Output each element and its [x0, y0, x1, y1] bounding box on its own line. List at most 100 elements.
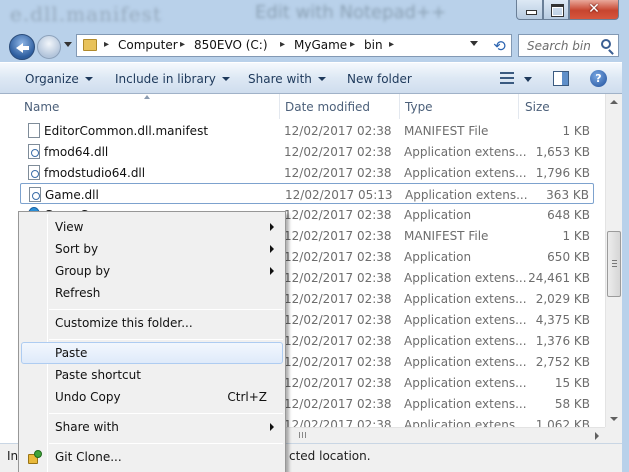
file-date-modified: 12/02/2017 02:38: [284, 376, 392, 390]
folder-icon: [83, 39, 97, 51]
include-in-library-button[interactable]: Include in library: [115, 72, 230, 86]
organize-button[interactable]: Organize: [25, 72, 93, 86]
menu-shortcut: Ctrl+Z: [227, 390, 267, 404]
column-header-type[interactable]: Type: [405, 100, 433, 114]
file-date-modified: 12/02/2017 05:13: [285, 188, 393, 202]
dll-icon: [28, 144, 40, 159]
file-date-modified: 12/02/2017 02:38: [284, 229, 392, 243]
submenu-arrow-icon: [270, 423, 274, 431]
menu-item-share-with[interactable]: Share with: [21, 416, 283, 438]
chevron-down-icon: [84, 77, 93, 81]
file-size: 24,461 KB: [528, 271, 590, 285]
change-view-icon[interactable]: [500, 72, 514, 84]
preview-pane-icon[interactable]: [553, 71, 569, 86]
menu-item-customize-folder[interactable]: Customize this folder...: [21, 312, 283, 334]
close-icon: ✕: [588, 1, 600, 17]
column-header-size[interactable]: Size: [525, 100, 550, 114]
table-row[interactable]: EditorCommon.dll.manifest 12/02/2017 02:3…: [20, 120, 594, 141]
forward-button[interactable]: [37, 35, 61, 59]
menu-item-git-clone[interactable]: Git Clone...: [21, 446, 283, 468]
menu-item-group-by[interactable]: Group by: [21, 260, 283, 282]
breadcrumb-bin[interactable]: bin: [364, 38, 383, 52]
help-icon[interactable]: ?: [590, 70, 607, 87]
file-icon: [28, 123, 40, 138]
file-size: 1 KB: [562, 229, 590, 243]
file-size: 1 KB: [562, 124, 590, 138]
column-divider[interactable]: [279, 94, 280, 119]
column-header-name[interactable]: Name: [24, 100, 59, 114]
menu-item-paste-shortcut[interactable]: Paste shortcut: [21, 364, 283, 386]
file-date-modified: 12/02/2017 02:38: [284, 208, 392, 222]
chevron-right-icon[interactable]: ▸: [389, 39, 394, 50]
column-divider[interactable]: [518, 94, 519, 119]
breadcrumb-drive[interactable]: 850EVO (C:): [194, 38, 268, 52]
file-size: 1,376 KB: [535, 334, 590, 348]
share-with-button[interactable]: Share with: [248, 72, 326, 86]
file-size: 15 KB: [554, 376, 590, 390]
scroll-up-icon[interactable]: [610, 100, 618, 104]
chevron-down-icon: [317, 77, 326, 81]
chevron-down-icon: [221, 77, 230, 81]
file-size: 2,029 KB: [535, 292, 590, 306]
submenu-arrow-icon: [270, 267, 274, 275]
scroll-down-icon[interactable]: [610, 417, 618, 421]
scroll-right-icon[interactable]: [595, 432, 599, 440]
file-type: Application extens...: [404, 334, 527, 348]
menu-label: Share with: [55, 420, 119, 434]
file-size: 1,796 KB: [535, 166, 590, 180]
chevron-right-icon[interactable]: ▸: [280, 39, 285, 50]
close-button[interactable]: ✕: [569, 0, 619, 20]
back-button[interactable]: [9, 34, 35, 60]
menu-item-refresh[interactable]: Refresh: [21, 282, 283, 304]
file-date-modified: 12/02/2017 02:38: [284, 334, 392, 348]
refresh-icon[interactable]: ⟲: [488, 34, 512, 57]
title-bar: e.dll.manifest Edit with Notepad++ ✕: [0, 0, 629, 28]
file-type: Application extens...: [404, 397, 527, 411]
menu-separator: [49, 339, 283, 340]
breadcrumb-computer[interactable]: Computer: [118, 38, 178, 52]
new-folder-button[interactable]: New folder: [347, 72, 412, 86]
file-date-modified: 12/02/2017 02:38: [284, 313, 392, 327]
dll-icon: [28, 165, 40, 180]
column-header-date[interactable]: Date modified: [285, 100, 370, 114]
menu-item-paste[interactable]: Paste: [21, 342, 283, 364]
chevron-right-icon[interactable]: ▸: [104, 39, 109, 50]
column-divider[interactable]: [399, 94, 400, 119]
menu-label: Paste shortcut: [55, 368, 141, 382]
window-title-right: Edit with Notepad++: [255, 2, 447, 23]
recent-pages-dropdown[interactable]: [64, 42, 72, 47]
file-type: Application extens...: [404, 313, 527, 327]
table-row[interactable]: Game.dll 12/02/2017 05:13 Application exte…: [20, 183, 594, 204]
maximize-button[interactable]: [543, 0, 569, 20]
table-row[interactable]: fmodstudio64.dll 12/02/2017 02:38 Applicat…: [20, 162, 594, 183]
horizontal-scrollbar[interactable]: [285, 427, 605, 443]
view-options-dropdown[interactable]: [524, 77, 532, 82]
file-date-modified: 12/02/2017 02:38: [284, 397, 392, 411]
table-row[interactable]: fmod64.dll 12/02/2017 02:38 Application ex…: [20, 141, 594, 162]
search-placeholder: Search bin: [527, 39, 591, 53]
menu-item-view[interactable]: View: [21, 216, 283, 238]
menu-label: Git Clone...: [55, 450, 122, 464]
minimize-button[interactable]: [516, 0, 543, 20]
organize-label: Organize: [25, 72, 79, 86]
menu-label: Group by: [55, 264, 111, 278]
file-name: fmodstudio64.dll: [44, 166, 146, 180]
search-input[interactable]: Search bin: [518, 34, 619, 57]
file-size: 648 KB: [547, 208, 590, 222]
context-menu: View Sort by Group by Refresh Customize …: [18, 211, 286, 472]
file-name: fmod64.dll: [44, 145, 109, 159]
menu-item-undo-copy[interactable]: Undo Copy Ctrl+Z: [21, 386, 283, 408]
address-bar[interactable]: ▸ Computer ▸ 850EVO (C:) ▸ MyGame ▸ bin …: [76, 34, 512, 57]
menu-item-sort-by[interactable]: Sort by: [21, 238, 283, 260]
column-headers: Name Date modified Type Size: [0, 94, 605, 119]
git-icon: [27, 449, 43, 465]
menu-label: Refresh: [55, 286, 101, 300]
file-size: 363 KB: [546, 188, 589, 202]
breadcrumb-mygame[interactable]: MyGame: [294, 38, 347, 52]
file-size: 1,653 KB: [535, 145, 590, 159]
address-dropdown[interactable]: [470, 41, 478, 46]
chevron-right-icon[interactable]: ▸: [180, 39, 185, 50]
scrollbar-thumb[interactable]: [607, 231, 621, 297]
vertical-scrollbar[interactable]: [605, 94, 622, 427]
chevron-right-icon[interactable]: ▸: [350, 39, 355, 50]
